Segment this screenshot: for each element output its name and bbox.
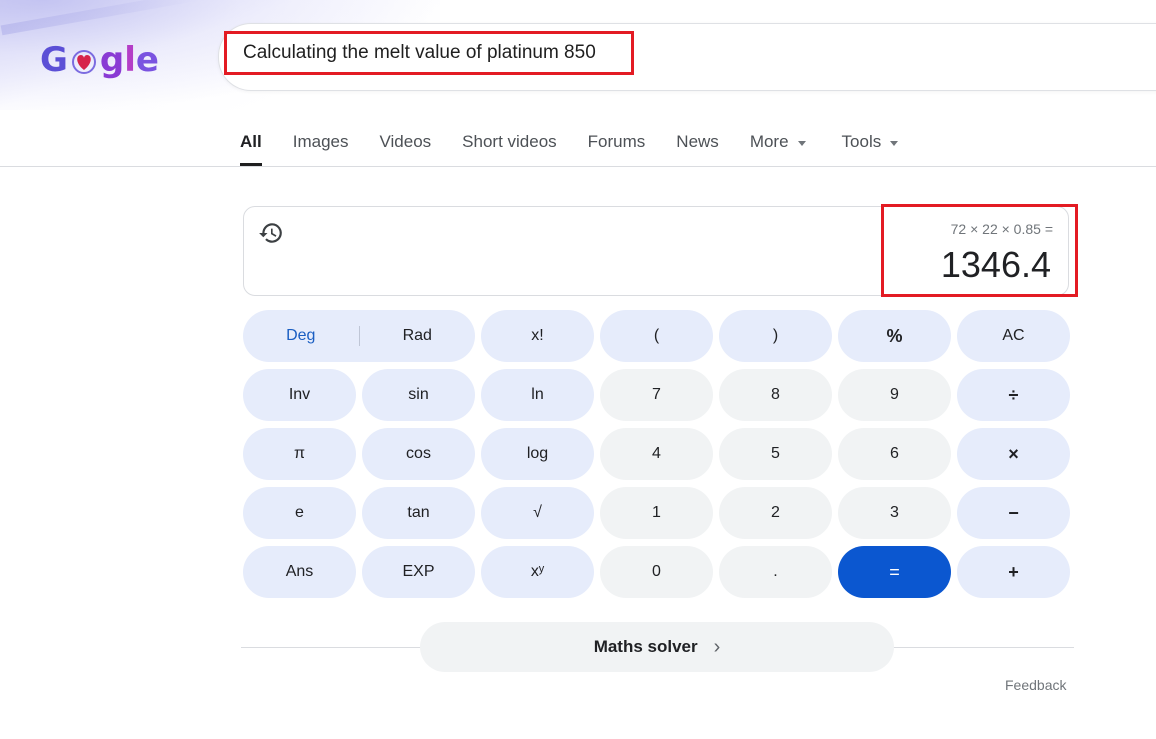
tab-forums[interactable]: Forums [588, 128, 646, 166]
digit-7-button[interactable]: 7 [600, 369, 713, 421]
log-button[interactable]: log [481, 428, 594, 480]
digit-4-button[interactable]: 4 [600, 428, 713, 480]
logo-letter-l: l [124, 40, 136, 80]
tab-videos[interactable]: Videos [379, 128, 431, 166]
close-paren-button[interactable]: ) [719, 310, 832, 362]
tab-all[interactable]: All [240, 128, 262, 166]
pi-button[interactable]: π [243, 428, 356, 480]
doodle-heart-icon [69, 46, 99, 76]
maths-solver-button[interactable]: Maths solver › [420, 622, 894, 672]
logo-letter-g2: g [99, 40, 125, 80]
tab-images[interactable]: Images [293, 128, 349, 166]
factorial-button[interactable]: x! [481, 310, 594, 362]
search-tabs: All Images Videos Short videos Forums Ne… [240, 128, 929, 166]
search-input[interactable]: Calculating the melt value of platinum 8… [224, 31, 634, 75]
calculator-keypad: Deg Rad x! ( ) % AC Inv sin ln 7 8 9 ÷ π… [243, 310, 1071, 600]
exp-button[interactable]: EXP [362, 546, 475, 598]
tan-button[interactable]: tan [362, 487, 475, 539]
sqrt-button[interactable]: √ [481, 487, 594, 539]
tabs-divider [0, 166, 1156, 167]
equals-button[interactable]: = [838, 546, 951, 598]
digit-5-button[interactable]: 5 [719, 428, 832, 480]
tab-tools-label: Tools [841, 132, 882, 151]
digit-9-button[interactable]: 9 [838, 369, 951, 421]
digit-0-button[interactable]: 0 [600, 546, 713, 598]
digit-3-button[interactable]: 3 [838, 487, 951, 539]
logo-letter-g: G [40, 40, 68, 80]
tab-more[interactable]: More [750, 128, 806, 166]
result-highlight-box [881, 204, 1078, 297]
cos-button[interactable]: cos [362, 428, 475, 480]
tab-news[interactable]: News [676, 128, 719, 166]
tab-short-videos[interactable]: Short videos [462, 128, 557, 166]
logo-letter-e: e [135, 40, 159, 80]
maths-solver-label: Maths solver [593, 637, 698, 656]
ln-button[interactable]: ln [481, 369, 594, 421]
open-paren-button[interactable]: ( [600, 310, 713, 362]
tab-tools[interactable]: Tools [842, 128, 899, 166]
digit-1-button[interactable]: 1 [600, 487, 713, 539]
euler-button[interactable]: e [243, 487, 356, 539]
sin-button[interactable]: sin [362, 369, 475, 421]
tab-more-label: More [749, 132, 789, 151]
chevron-down-icon [890, 141, 899, 146]
digit-2-button[interactable]: 2 [719, 487, 832, 539]
subtract-button[interactable]: − [957, 487, 1070, 539]
chevron-right-icon: › [713, 635, 721, 658]
power-button[interactable]: xʸ [481, 546, 594, 598]
digit-8-button[interactable]: 8 [719, 369, 832, 421]
google-doodle-logo[interactable]: G g l e [40, 30, 159, 80]
add-button[interactable]: + [957, 546, 1070, 598]
feedback-link[interactable]: Feedback [1005, 677, 1066, 693]
deg-rad-toggle[interactable]: Deg Rad [243, 310, 475, 362]
digit-6-button[interactable]: 6 [838, 428, 951, 480]
divide-button[interactable]: ÷ [957, 369, 1070, 421]
multiply-button[interactable]: × [957, 428, 1070, 480]
rad-option[interactable]: Rad [360, 327, 476, 345]
all-clear-button[interactable]: AC [957, 310, 1070, 362]
google-search-page: G g l e Calculating the melt value of pl… [0, 0, 1156, 739]
inverse-button[interactable]: Inv [243, 369, 356, 421]
answer-button[interactable]: Ans [243, 546, 356, 598]
history-icon[interactable] [258, 220, 284, 246]
decimal-button[interactable]: . [719, 546, 832, 598]
chevron-down-icon [797, 141, 806, 146]
deg-option[interactable]: Deg [243, 327, 359, 345]
percent-button[interactable]: % [838, 310, 951, 362]
